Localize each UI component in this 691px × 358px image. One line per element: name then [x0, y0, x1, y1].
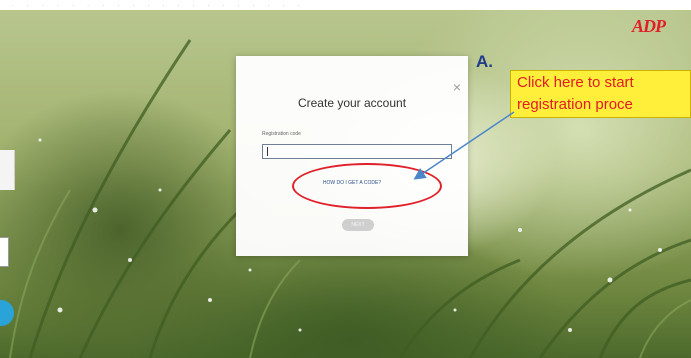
close-icon[interactable]: ×	[451, 80, 463, 94]
annotation-letter: A.	[476, 52, 493, 71]
callout-line-1: Click here to start	[517, 74, 634, 91]
left-side-input[interactable]	[0, 237, 9, 267]
top-strip: · · · · · · · · · · · · · · · · · · · ·	[0, 0, 691, 10]
next-button[interactable]: NEXT	[342, 219, 374, 231]
registration-code-input[interactable]	[262, 144, 452, 159]
registration-code-label: Registration code	[262, 131, 301, 137]
callout-line-2: registration proce	[517, 96, 633, 113]
text-cursor	[267, 147, 268, 156]
top-strip-dots: · · · · · · · · · · · · · · · · · · · ·	[12, 3, 306, 9]
adp-logo: ADP	[632, 16, 666, 36]
highlight-ellipse	[292, 163, 442, 209]
left-side-panel	[0, 150, 15, 190]
annotation-callout: Click here to start registration proce	[510, 70, 691, 118]
modal-title: Create your account	[297, 96, 407, 110]
